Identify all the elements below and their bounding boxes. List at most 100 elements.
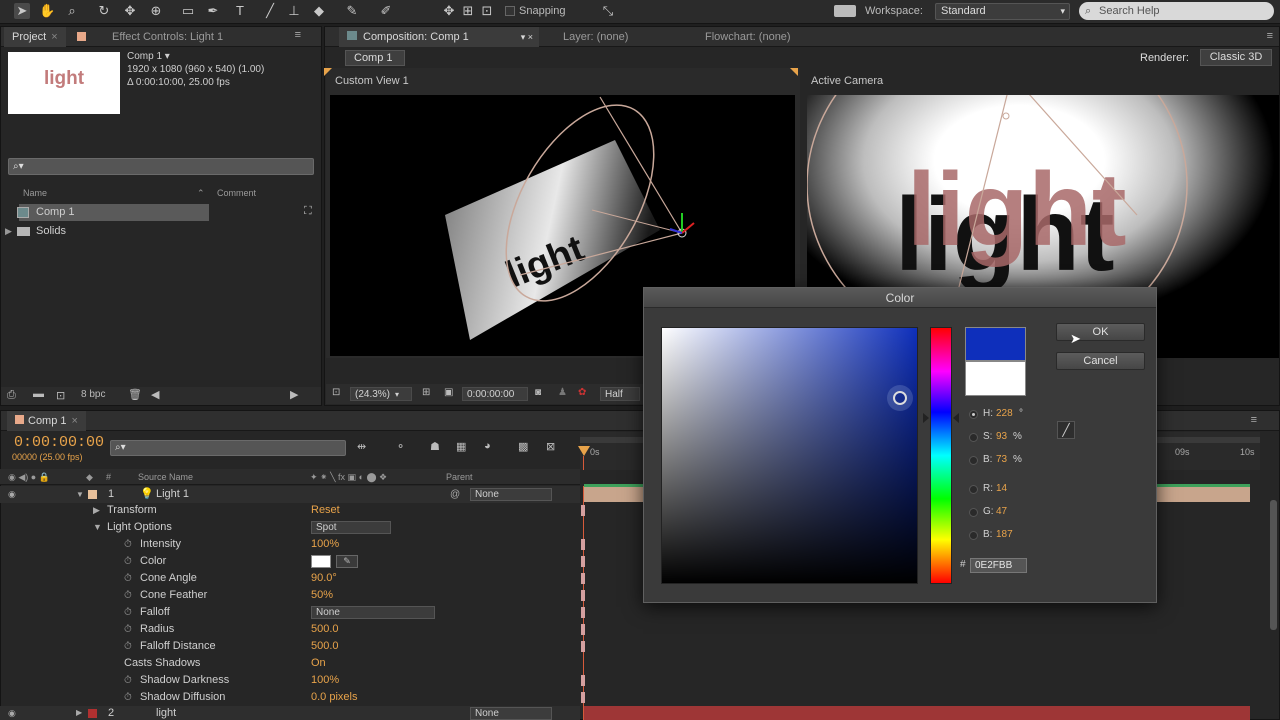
renderer-button[interactable]: Classic 3D — [1200, 49, 1272, 66]
keyframe-indicator[interactable] — [581, 675, 585, 686]
project-item-comp[interactable]: Comp 1 — [17, 204, 209, 221]
col-header-comment[interactable]: Comment — [217, 186, 256, 201]
prop-shadow-darkness[interactable]: Shadow Darkness — [140, 674, 229, 686]
disclosure-triangle-icon[interactable]: ▶ — [93, 505, 100, 516]
light-type-select[interactable]: Spot — [311, 521, 391, 534]
draft-3d-icon[interactable]: ⚬ — [396, 440, 405, 453]
pick-whip-icon[interactable]: @ — [450, 486, 460, 503]
zoom-select[interactable]: (24.3%) ▾ — [350, 387, 412, 401]
prop-radius-value[interactable]: 500.0 — [311, 623, 339, 635]
x-axis-handle[interactable] — [681, 222, 695, 234]
label-color-swatch[interactable] — [88, 490, 97, 499]
prop-transform[interactable]: Transform — [107, 504, 157, 516]
prop-casts-shadows-value[interactable]: On — [311, 657, 326, 669]
tab-project[interactable]: Project × — [4, 27, 66, 47]
shape-tool-icon[interactable]: ▭ — [180, 3, 196, 19]
comp-navigator-button[interactable]: Comp 1 — [345, 50, 405, 66]
disclosure-triangle-icon[interactable]: ▼ — [76, 486, 84, 503]
comp-info-name[interactable]: Comp 1 ▾ — [127, 50, 264, 63]
hue-slider[interactable] — [923, 327, 959, 584]
close-icon[interactable]: × — [72, 415, 78, 427]
color-channels-icon[interactable]: ✿ — [578, 387, 586, 398]
zoom-tool-icon[interactable]: ⌕ — [64, 3, 80, 19]
prop-falloff-distance-value[interactable]: 500.0 — [311, 640, 339, 652]
workspace-select[interactable]: Standard ▾ — [935, 3, 1070, 20]
prop-shadow-diffusion[interactable]: Shadow Diffusion — [140, 691, 225, 703]
parent-select[interactable]: None — [470, 488, 552, 501]
light-target-handle[interactable] — [1002, 112, 1010, 120]
timeline-search-input[interactable]: ⌕▾ — [110, 440, 346, 456]
prop-cone-feather-value[interactable]: 50% — [311, 589, 333, 601]
keyframe-indicator[interactable] — [581, 505, 585, 516]
hide-shy-layers-icon[interactable]: ☗ — [430, 440, 440, 453]
panel-menu-icon[interactable]: ≡ — [295, 29, 301, 41]
tab-flowchart[interactable]: Flowchart: (none) — [697, 27, 799, 47]
timeline-timecode[interactable]: 0:00:00:00 — [14, 434, 104, 451]
keyframe-indicator[interactable] — [581, 692, 585, 703]
col-source-name[interactable]: Source Name — [138, 470, 193, 485]
panel-menu-icon[interactable]: ≡ — [1251, 414, 1257, 426]
keyframe-indicator[interactable] — [581, 573, 585, 584]
prop-falloff-distance[interactable]: Falloff Distance — [140, 640, 216, 652]
disclosure-triangle-icon[interactable]: ▼ — [93, 522, 102, 532]
world-axis-icon[interactable]: ⊞ — [460, 3, 476, 19]
keyframe-indicator[interactable] — [581, 539, 585, 550]
blue-radio[interactable] — [969, 531, 978, 540]
eraser-tool-icon[interactable]: ◆ — [311, 3, 327, 19]
stopwatch-icon[interactable]: ⏱ — [124, 692, 132, 703]
prop-cone-angle[interactable]: Cone Angle — [140, 572, 197, 584]
frame-blending-icon[interactable]: ▦ — [456, 440, 466, 453]
trash-icon[interactable]: 🗑 — [128, 388, 142, 401]
prop-radius[interactable]: Radius — [140, 623, 174, 635]
prop-intensity[interactable]: Intensity — [140, 538, 181, 550]
hand-tool-icon[interactable]: ✋ — [39, 3, 55, 19]
color-picker-cursor[interactable] — [893, 391, 907, 405]
prop-intensity-value[interactable]: 100% — [311, 538, 339, 550]
view-axis-icon[interactable]: ⊡ — [479, 3, 495, 19]
prop-color[interactable]: Color — [140, 555, 166, 567]
bpc-label[interactable]: 8 bpc — [81, 389, 105, 400]
stopwatch-icon[interactable]: ⏱ — [124, 641, 132, 652]
puppet-tool-icon[interactable]: ✐ — [378, 3, 394, 19]
new-comp-icon[interactable]: ⊡ — [56, 389, 65, 402]
prop-transform-reset[interactable]: Reset — [311, 504, 340, 516]
brightness-radio[interactable] — [969, 456, 978, 465]
snapping-checkbox[interactable] — [505, 6, 515, 16]
falloff-select[interactable]: None — [311, 606, 435, 619]
selection-tool-icon[interactable]: ➤ — [14, 3, 30, 19]
show-snapshot-icon[interactable]: ♟ — [558, 387, 567, 398]
brush-tool-icon[interactable]: ╱ — [262, 3, 278, 19]
scroll-right-icon[interactable]: ▶ — [290, 388, 298, 401]
stopwatch-icon[interactable]: ⏱ — [124, 573, 132, 584]
comp-mini-flowchart-icon[interactable]: ⇹ — [357, 440, 366, 453]
timeline-scrollbar[interactable] — [1270, 500, 1277, 630]
type-tool-icon[interactable]: T — [232, 3, 248, 19]
hue-radio[interactable] — [969, 410, 978, 419]
prop-casts-shadows[interactable]: Casts Shadows — [124, 657, 200, 669]
green-value[interactable]: 47 — [996, 506, 1007, 517]
rotate-tool-icon[interactable]: ↻ — [96, 3, 112, 19]
always-preview-icon[interactable]: ⊡ — [332, 387, 340, 398]
roto-tool-icon[interactable]: ✎ — [344, 3, 360, 19]
color-swatch[interactable] — [311, 555, 331, 568]
keyframe-indicator[interactable] — [581, 641, 585, 652]
label-color-swatch[interactable] — [88, 709, 97, 718]
red-radio[interactable] — [969, 485, 978, 494]
eye-icon[interactable]: ◉ — [8, 486, 16, 503]
snapping-options-icon[interactable]: ⤡ — [600, 3, 616, 19]
stopwatch-icon[interactable]: ⏱ — [124, 539, 132, 550]
stopwatch-icon[interactable]: ⏱ — [124, 675, 132, 686]
hue-slider-left-arrow[interactable] — [923, 413, 929, 423]
blue-value[interactable]: 187 — [996, 529, 1013, 540]
stopwatch-icon[interactable]: ⏱ — [124, 607, 132, 618]
cancel-button[interactable]: Cancel — [1056, 352, 1145, 370]
brightness-value[interactable]: 73 — [996, 454, 1007, 465]
saturation-brightness-field[interactable] — [661, 327, 918, 584]
previous-color-swatch[interactable] — [965, 361, 1026, 396]
flowchart-icon[interactable]: ⛶ — [304, 205, 312, 218]
resolution-select[interactable]: Half — [600, 387, 640, 401]
keyframe-indicator[interactable] — [581, 590, 585, 601]
stopwatch-icon[interactable]: ⏱ — [124, 590, 132, 601]
eye-icon[interactable]: ◉ — [8, 706, 16, 720]
panel-menu-icon[interactable]: ≡ — [1267, 30, 1273, 42]
